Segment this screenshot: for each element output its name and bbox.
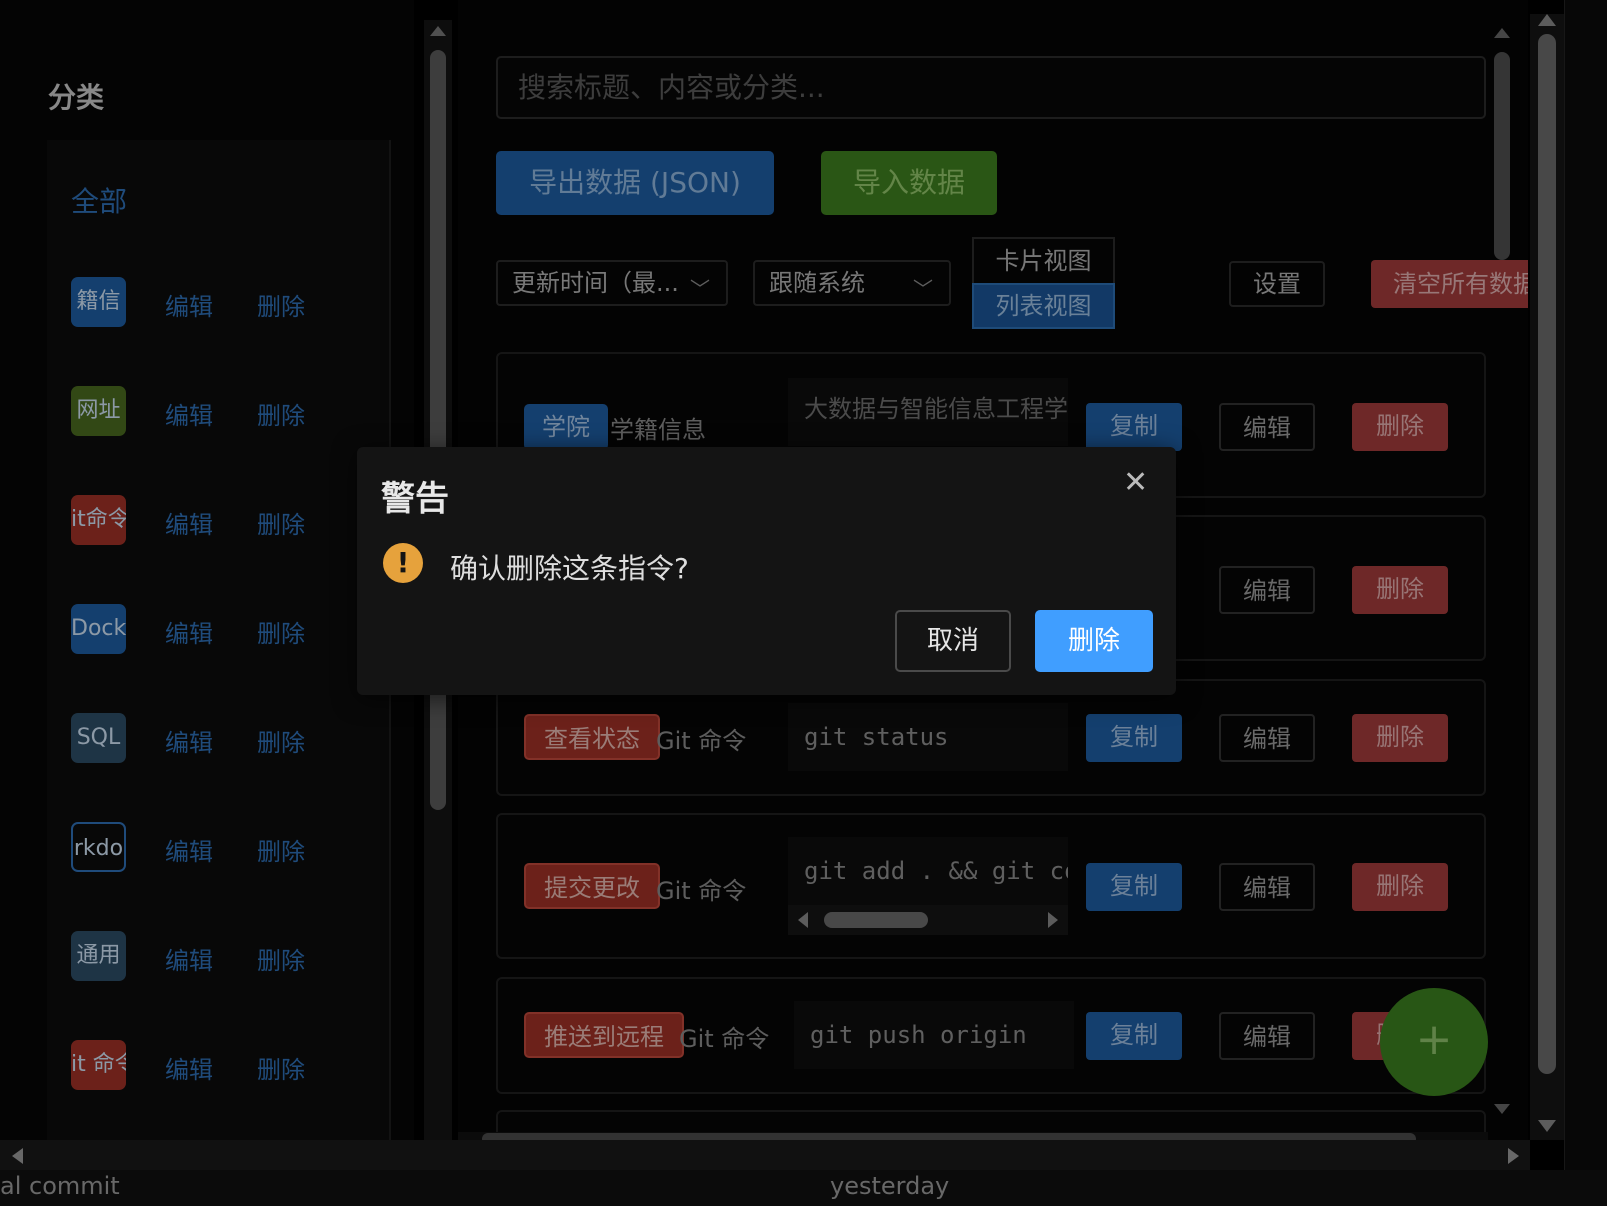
warning-icon: ! [383,543,423,583]
confirm-dialog: 警告 ✕ ! 确认删除这条指令? 取消 删除 [357,447,1176,695]
dialog-message: 确认删除这条指令? [450,552,689,585]
confirm-delete-button[interactable]: 删除 [1035,610,1153,672]
cancel-button[interactable]: 取消 [895,610,1011,672]
close-icon[interactable]: ✕ [1123,465,1148,500]
dialog-title: 警告 [381,479,449,519]
